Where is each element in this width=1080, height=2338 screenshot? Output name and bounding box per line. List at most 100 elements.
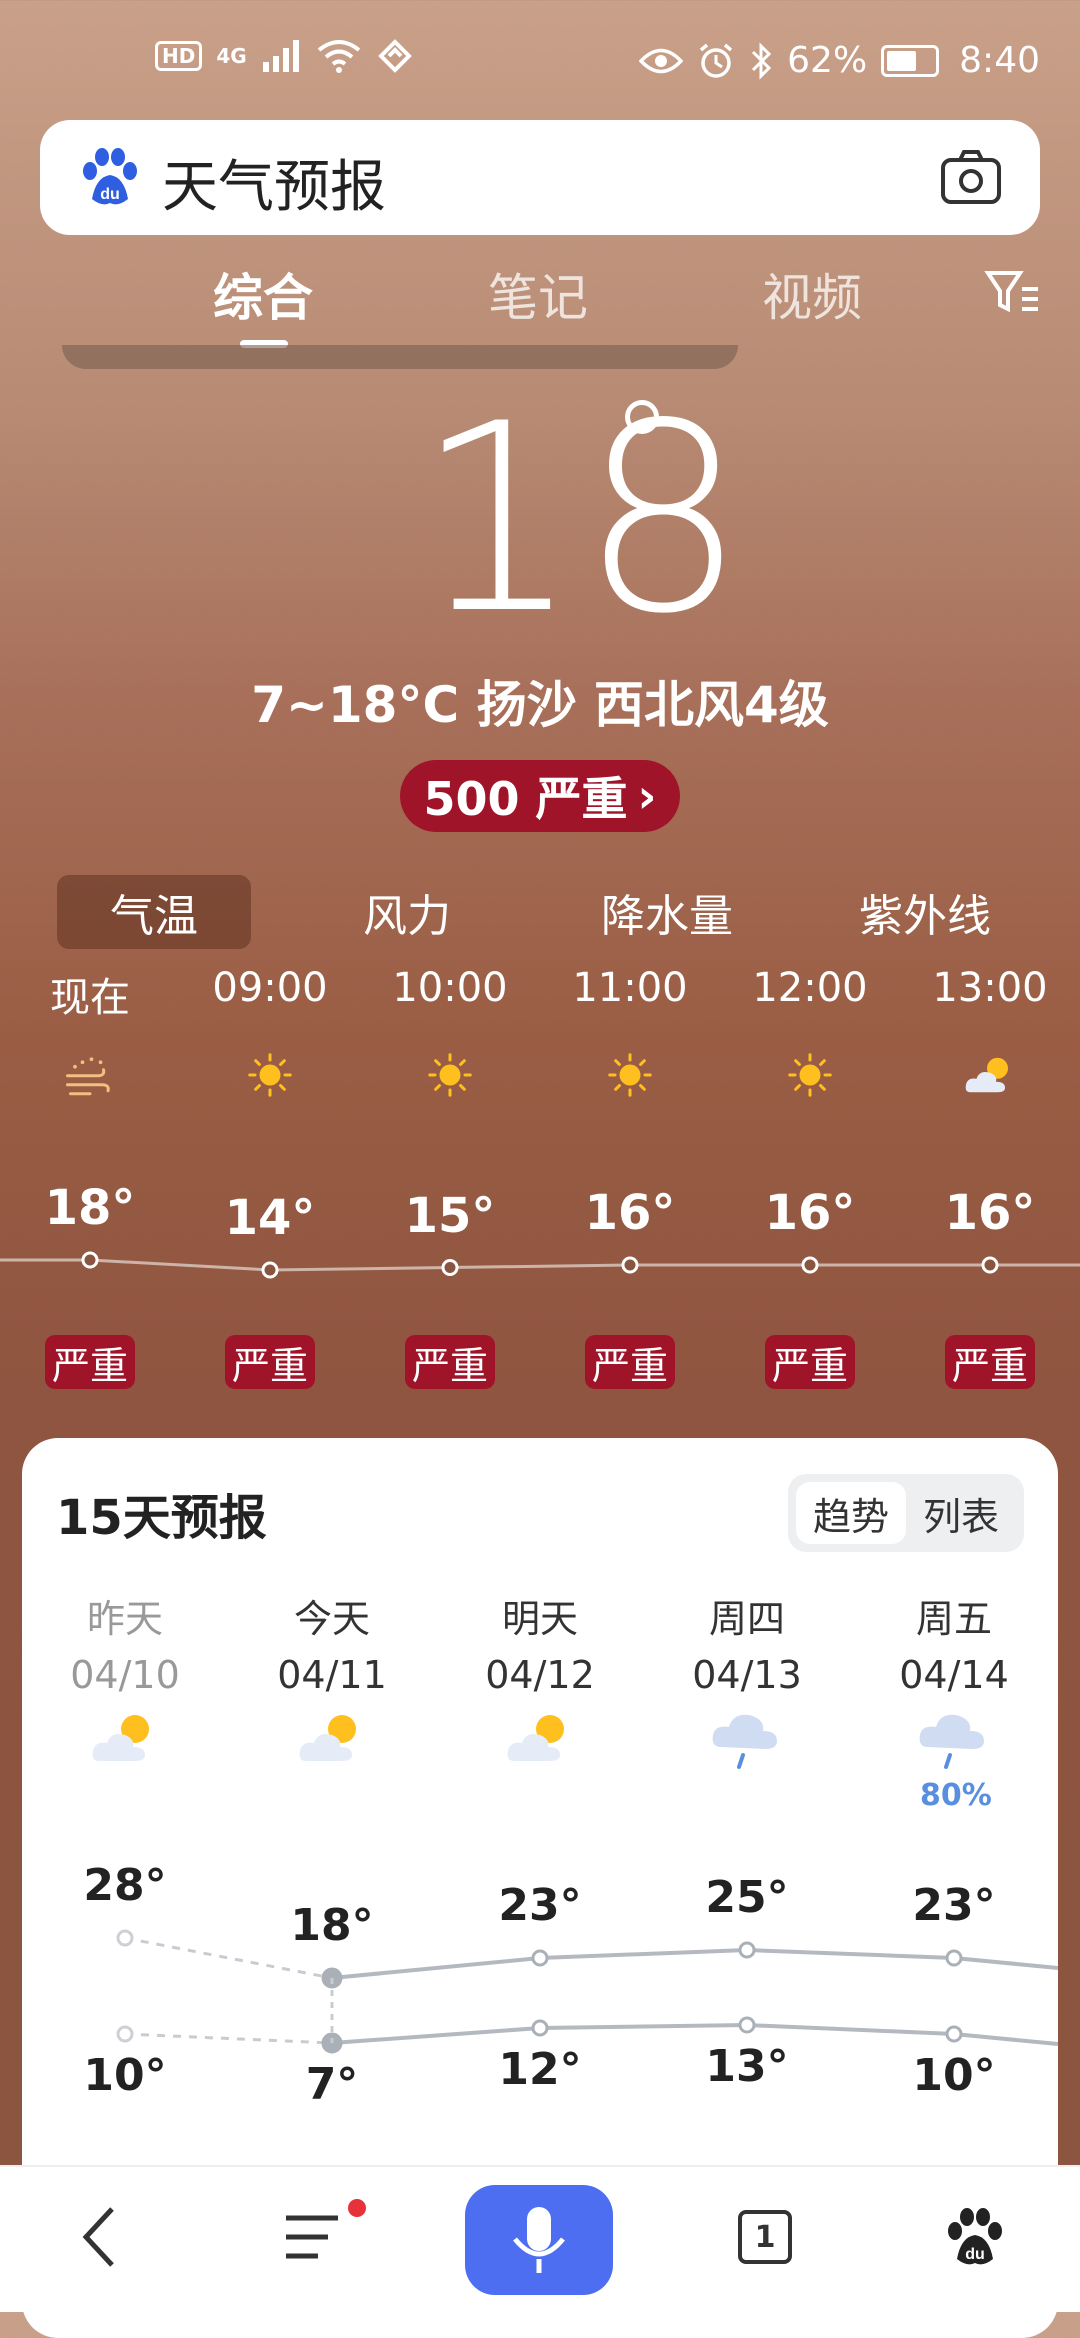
day-name: 周五: [915, 1597, 992, 1641]
partly-cloudy-icon: [92, 1715, 149, 1761]
low-temp-point: [945, 2025, 963, 2043]
hourly-aqi-badge: 严重: [765, 1335, 855, 1389]
baidu-logo-icon[interactable]: du: [78, 145, 142, 209]
collapsed-card-edge: [62, 345, 738, 369]
forecast-day[interactable]: 昨天 04/10: [25, 1588, 225, 1697]
metric-tab-precipitation[interactable]: 降水量: [570, 875, 764, 949]
toggle-list[interactable]: 列表: [906, 1482, 1016, 1544]
day-date: 04/14: [899, 1653, 1009, 1697]
forecast-day[interactable]: 周四 04/13: [647, 1588, 847, 1697]
metric-tab-wind[interactable]: 风力: [310, 875, 504, 949]
hotspot-icon: [377, 39, 412, 73]
tab-notes[interactable]: 笔记: [488, 258, 588, 330]
camera-icon[interactable]: [940, 148, 1002, 206]
back-button[interactable]: [50, 2187, 150, 2287]
hourly-temp: 18°: [44, 1180, 136, 1236]
status-bar: HD 4G 62% 8:40: [0, 0, 1080, 120]
partly-cloudy-icon: [299, 1715, 356, 1761]
air-quality-button[interactable]: 500 严重 ›: [400, 760, 680, 832]
forecast-day[interactable]: 周五 04/14: [854, 1588, 1054, 1697]
day-name: 今天: [293, 1597, 370, 1641]
tab-count: 1: [754, 2219, 776, 2255]
hourly-icon-wrap: [960, 1045, 1020, 1105]
forecast-day[interactable]: 今天 04/11: [232, 1588, 432, 1697]
metric-tab-uv[interactable]: 紫外线: [828, 875, 1022, 949]
low-temp-point: [738, 2016, 756, 2034]
tabs-button[interactable]: 1: [715, 2187, 815, 2287]
daily-temp-chart: [116, 1929, 1058, 2054]
precip-chance: 80%: [920, 1778, 992, 1813]
toggle-trend[interactable]: 趋势: [796, 1482, 906, 1544]
hourly-temp: 16°: [944, 1185, 1036, 1241]
menu-button[interactable]: [262, 2187, 362, 2287]
hourly-temp: 16°: [764, 1185, 856, 1241]
day-date: 04/10: [70, 1653, 180, 1697]
high-temp-point: [945, 1949, 963, 1967]
day-icon-wrap: [292, 1703, 372, 1773]
hourly-item: 11:00 16° 严重: [550, 965, 710, 1405]
day-icon-wrap: [500, 1703, 580, 1773]
voice-search-button[interactable]: [465, 2185, 613, 2295]
hourly-icon-wrap: [780, 1045, 840, 1105]
search-bar[interactable]: du 天气预报: [40, 120, 1040, 235]
sun-icon: [788, 1053, 832, 1097]
clock: 8:40: [959, 40, 1040, 81]
hourly-time: 09:00: [212, 965, 328, 1011]
home-button[interactable]: du: [925, 2187, 1025, 2287]
day-name: 明天: [501, 1597, 578, 1641]
hourly-item: 09:00 14° 严重: [190, 965, 350, 1405]
hourly-icon-wrap: [240, 1045, 300, 1105]
search-query[interactable]: 天气预报: [162, 142, 386, 223]
hourly-aqi-badge: 严重: [225, 1335, 315, 1389]
hd-voice-icon: HD: [155, 41, 203, 71]
day-icon-wrap: [707, 1703, 787, 1773]
day-name: 周四: [708, 1597, 785, 1641]
svg-text:du: du: [965, 2246, 985, 2263]
hourly-aqi-badge: 严重: [585, 1335, 675, 1389]
hourly-icon-wrap: [60, 1045, 120, 1105]
high-temp-past-segment: [124, 1936, 333, 1980]
menu-icon: [286, 2215, 338, 2259]
sun-icon: [608, 1053, 652, 1097]
metric-tab-temperature[interactable]: 气温: [57, 875, 251, 949]
hourly-time: 12:00: [752, 965, 868, 1011]
svg-text:du: du: [100, 186, 120, 203]
high-temp-point: [738, 1941, 756, 1959]
forecast-day[interactable]: 明天 04/12: [440, 1588, 640, 1697]
hourly-item: 现在 18° 严重: [10, 965, 170, 1405]
aqi-label: 500 严重: [423, 772, 628, 826]
battery-icon: [881, 44, 940, 77]
filter-icon[interactable]: [984, 265, 1040, 321]
day-name: 昨天: [86, 1597, 163, 1641]
network-type: 4G: [216, 44, 247, 68]
low-temp-past-segment: [124, 2032, 333, 2045]
tab-count-icon: 1: [738, 2210, 792, 2264]
hourly-time: 10:00: [392, 965, 508, 1011]
day-date: 04/13: [692, 1653, 802, 1697]
bluetooth-icon: [752, 41, 772, 80]
chevron-right-icon: ›: [637, 769, 657, 823]
metric-tabs: 气温 风力 降水量 紫外线: [0, 875, 1080, 949]
hourly-temp: 15°: [404, 1187, 496, 1244]
hourly-item: 13:00 16° 严重: [910, 965, 1070, 1405]
tab-videos[interactable]: 视频: [762, 258, 862, 330]
rain-cloud-icon: [919, 1714, 984, 1769]
bottom-nav: 1 du: [0, 2165, 1080, 2312]
hourly-item: 10:00 15° 严重: [370, 965, 530, 1405]
hourly-forecast: 现在 18° 严重 09:00 14° 严重 10:00 15° 严重 11:00 16° 严重 12:…: [0, 965, 1080, 1405]
high-temp-point: [116, 1929, 134, 1947]
low-temp-point: [116, 2025, 134, 2043]
sun-icon: [248, 1053, 292, 1097]
partly-cloudy-icon: [507, 1715, 564, 1761]
partly-cloudy-icon: [965, 1057, 1008, 1093]
eye-icon: [639, 48, 684, 73]
hourly-aqi-badge: 严重: [405, 1335, 495, 1389]
day-icon-wrap: [85, 1703, 165, 1773]
hourly-time: 现在: [50, 975, 130, 1021]
wifi-icon: [317, 40, 360, 73]
baidu-paw-icon: du: [948, 2208, 1002, 2265]
forecast-title: 15天预报: [56, 1490, 267, 1546]
hourly-aqi-badge: 严重: [45, 1335, 135, 1389]
tab-comprehensive[interactable]: 综合: [213, 258, 313, 330]
notification-dot: [348, 2199, 366, 2217]
